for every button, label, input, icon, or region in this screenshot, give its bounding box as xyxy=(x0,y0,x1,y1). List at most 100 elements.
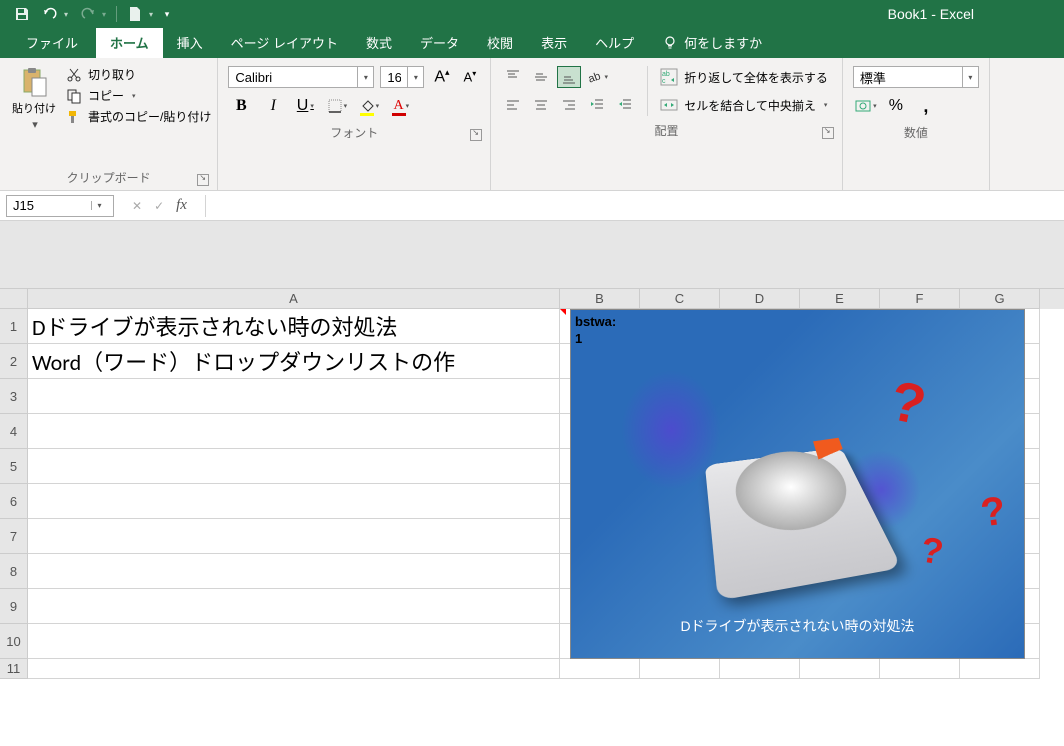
paste-button[interactable]: 貼り付け ▾ xyxy=(6,62,62,167)
row-header-4[interactable]: 4 xyxy=(0,414,28,449)
font-name-combo[interactable]: ▾ xyxy=(228,66,374,88)
cell-A10[interactable] xyxy=(28,624,560,659)
col-header-B[interactable]: B xyxy=(560,289,640,309)
font-name-input[interactable] xyxy=(229,70,357,85)
undo-button[interactable] xyxy=(36,2,64,26)
font-size-dropdown[interactable]: ▾ xyxy=(407,67,423,87)
tell-me[interactable]: 何をしますか xyxy=(648,27,776,58)
underline-button[interactable]: U▾ xyxy=(292,94,318,118)
fill-color-button[interactable]: ▾ xyxy=(356,94,382,118)
cell-A9[interactable] xyxy=(28,589,560,624)
tab-help[interactable]: ヘルプ xyxy=(581,27,648,58)
money-icon xyxy=(855,98,871,114)
name-box[interactable]: ▾ xyxy=(6,195,114,217)
tab-formulas[interactable]: 数式 xyxy=(352,27,406,58)
cell-A2[interactable]: Word（ワード）ドロップダウンリストの作 xyxy=(28,344,560,379)
align-left-button[interactable] xyxy=(501,94,525,116)
tab-home[interactable]: ホーム xyxy=(96,27,163,58)
tab-pagelayout[interactable]: ページ レイアウト xyxy=(217,27,352,58)
new-doc-dropdown[interactable]: ▾ xyxy=(149,10,159,19)
font-launcher[interactable] xyxy=(470,129,482,141)
cell-A5[interactable] xyxy=(28,449,560,484)
new-doc-button[interactable] xyxy=(121,2,149,26)
cancel-formula-button[interactable]: ✕ xyxy=(132,199,142,213)
copy-dropdown[interactable]: ▾ xyxy=(132,92,136,100)
col-header-E[interactable]: E xyxy=(800,289,880,309)
merge-dropdown[interactable]: ▾ xyxy=(824,101,828,109)
paste-dropdown[interactable]: ▾ xyxy=(32,118,38,131)
row-header-3[interactable]: 3 xyxy=(0,379,28,414)
name-box-dropdown[interactable]: ▾ xyxy=(91,201,107,210)
shrink-font-button[interactable]: A▾ xyxy=(460,69,481,84)
comment-indicator[interactable] xyxy=(560,309,566,315)
col-header-C[interactable]: C xyxy=(640,289,720,309)
cut-button[interactable]: 切り取り xyxy=(66,66,211,83)
grow-font-button[interactable]: A▴ xyxy=(430,67,453,86)
tab-insert[interactable]: 挿入 xyxy=(163,27,217,58)
merge-center-button[interactable]: セルを結合して中央揃え ▾ xyxy=(656,94,832,116)
insert-function-button[interactable]: fx xyxy=(176,197,187,214)
merge-icon xyxy=(660,96,678,114)
copy-button[interactable]: コピー ▾ xyxy=(66,87,211,104)
accounting-button[interactable]: ▾ xyxy=(853,94,879,118)
redo-button[interactable] xyxy=(74,2,102,26)
font-size-input[interactable] xyxy=(381,70,407,85)
col-header-A[interactable]: A xyxy=(28,289,560,309)
formula-input[interactable] xyxy=(205,195,1064,217)
row-header-11[interactable]: 11 xyxy=(0,659,28,679)
align-right-button[interactable] xyxy=(557,94,581,116)
border-button[interactable]: ▾ xyxy=(324,94,350,118)
cell-A1[interactable]: Dドライブが表示されない時の対処法 xyxy=(28,309,560,344)
row-header-1[interactable]: 1 xyxy=(0,309,28,344)
alignment-launcher[interactable] xyxy=(822,127,834,139)
format-painter-button[interactable]: 書式のコピー/貼り付け xyxy=(66,108,211,125)
number-format-input[interactable] xyxy=(854,70,962,85)
cell-A7[interactable] xyxy=(28,519,560,554)
tab-review[interactable]: 校閲 xyxy=(473,27,527,58)
percent-button[interactable]: % xyxy=(883,94,909,118)
col-header-D[interactable]: D xyxy=(720,289,800,309)
tab-file[interactable]: ファイル xyxy=(8,27,96,58)
number-format-dropdown[interactable]: ▾ xyxy=(962,67,978,87)
undo-dropdown[interactable]: ▾ xyxy=(64,10,74,19)
italic-button[interactable]: I xyxy=(260,94,286,118)
cell-A3[interactable] xyxy=(28,379,560,414)
cell-A4[interactable] xyxy=(28,414,560,449)
redo-dropdown[interactable]: ▾ xyxy=(102,10,112,19)
font-size-combo[interactable]: ▾ xyxy=(380,66,424,88)
row-header-9[interactable]: 9 xyxy=(0,589,28,624)
align-top-button[interactable] xyxy=(501,66,525,88)
bold-button[interactable]: B xyxy=(228,94,254,118)
font-color-button[interactable]: A ▾ xyxy=(388,94,414,118)
row-header-5[interactable]: 5 xyxy=(0,449,28,484)
cell-A6[interactable] xyxy=(28,484,560,519)
increase-indent-button[interactable] xyxy=(613,94,637,116)
orientation-button[interactable]: ab▾ xyxy=(585,66,609,88)
row-header-10[interactable]: 10 xyxy=(0,624,28,659)
cell-A8[interactable] xyxy=(28,554,560,589)
tab-view[interactable]: 表示 xyxy=(527,27,581,58)
row-header-7[interactable]: 7 xyxy=(0,519,28,554)
cell-A11[interactable] xyxy=(28,659,560,679)
clipboard-launcher[interactable] xyxy=(197,174,209,186)
font-name-dropdown[interactable]: ▾ xyxy=(357,67,373,87)
align-middle-button[interactable] xyxy=(529,66,553,88)
col-header-G[interactable]: G xyxy=(960,289,1040,309)
number-format-combo[interactable]: ▾ xyxy=(853,66,979,88)
wrap-text-button[interactable]: abc 折り返して全体を表示する xyxy=(656,66,832,88)
comment-popup[interactable]: bstwa:1 ? ? ? Dドライブが表示されない時の対処法 xyxy=(570,309,1025,659)
row-header-6[interactable]: 6 xyxy=(0,484,28,519)
comma-button[interactable]: , xyxy=(913,94,939,118)
row-header-2[interactable]: 2 xyxy=(0,344,28,379)
qat-customize[interactable]: ▾ xyxy=(159,2,175,26)
align-center-button[interactable] xyxy=(529,94,553,116)
col-header-F[interactable]: F xyxy=(880,289,960,309)
enter-formula-button[interactable]: ✓ xyxy=(154,199,164,213)
align-bottom-button[interactable] xyxy=(557,66,581,88)
select-all-corner[interactable] xyxy=(0,289,28,309)
tab-data[interactable]: データ xyxy=(406,27,473,58)
name-box-input[interactable] xyxy=(7,198,91,213)
decrease-indent-button[interactable] xyxy=(585,94,609,116)
row-header-8[interactable]: 8 xyxy=(0,554,28,589)
save-button[interactable] xyxy=(8,2,36,26)
